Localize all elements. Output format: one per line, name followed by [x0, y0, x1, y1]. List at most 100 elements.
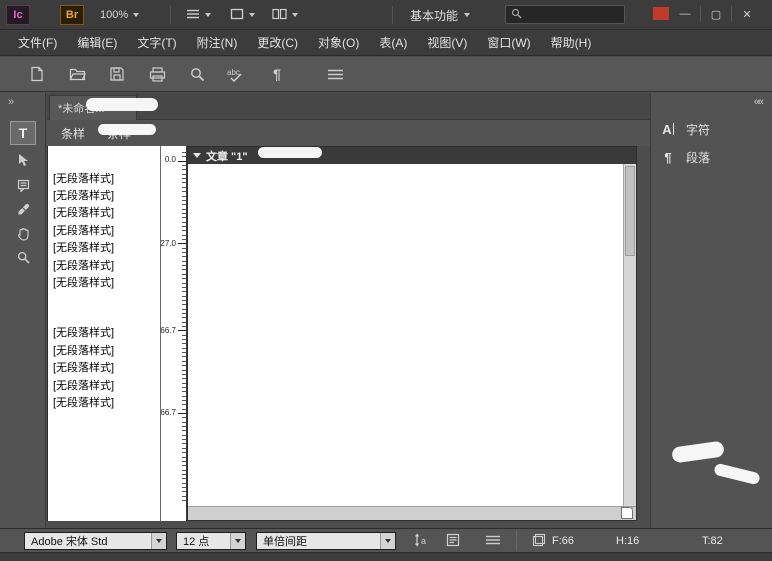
note-tool-icon	[17, 179, 30, 197]
view-tab-galley-2[interactable]: 条样	[107, 125, 131, 142]
paragraph-style-entry[interactable]: [无段落样式]	[48, 186, 160, 203]
font-size-select[interactable]: 12 点	[176, 532, 246, 550]
ruler-tick	[182, 491, 186, 492]
arrange-documents-dropdown[interactable]	[266, 5, 304, 25]
paragraph-style-entry[interactable]: [无段落样式]	[48, 256, 160, 273]
page-indicator-icon[interactable]	[621, 507, 633, 519]
leading-select[interactable]: 单倍间距	[256, 532, 396, 550]
chevron-down-icon[interactable]	[151, 533, 166, 549]
expand-dock-icon[interactable]: ««	[754, 96, 762, 108]
chevron-down-icon[interactable]	[230, 533, 245, 549]
story-header[interactable]: 文章 "1"	[188, 147, 636, 164]
view-tab-galley[interactable]: 条样	[61, 125, 85, 142]
menubar: 文件(F) 编辑(E) 文字(T) 附注(N) 更改(C) 对象(O) 表(A)…	[0, 30, 772, 56]
search-input[interactable]	[526, 9, 616, 21]
print-icon	[149, 67, 166, 82]
maximize-button[interactable]: ▢	[703, 3, 729, 25]
zoom-level-dropdown[interactable]: 100%	[94, 5, 145, 25]
paragraph-style-entry[interactable]: [无段落样式]	[48, 169, 160, 186]
menu-object[interactable]: 对象(O)	[308, 30, 369, 56]
ruler-depth-value: 27.0	[160, 240, 176, 248]
workspace-switcher[interactable]: 基本功能	[402, 4, 478, 26]
paragraph-style-entry[interactable]: [无段落样式]	[48, 204, 160, 221]
eyedropper-tool[interactable]	[10, 200, 36, 224]
ruler-tick	[182, 474, 186, 475]
paragraph-style-entry[interactable]: [无段落样式]	[48, 273, 160, 290]
story-text-area[interactable]	[188, 164, 623, 506]
chevron-down-icon	[205, 13, 211, 17]
text-frame-button[interactable]	[442, 533, 464, 549]
bridge-launch-button[interactable]: Br	[60, 5, 84, 25]
new-document-button[interactable]	[24, 61, 50, 87]
note-tool[interactable]	[10, 176, 36, 200]
screen-mode-icon	[230, 8, 244, 23]
ruler-depth-value: 66.7	[160, 327, 176, 335]
menu-type[interactable]: 文字(T)	[127, 30, 186, 56]
pages-indicator-button[interactable]	[528, 533, 550, 549]
paragraph-panel-button[interactable]: ¶ 段落	[659, 145, 767, 169]
chevron-down-icon[interactable]	[380, 533, 395, 549]
expand-panel-icon[interactable]: »	[8, 96, 12, 108]
spellcheck-button[interactable]: abc	[224, 61, 250, 87]
ruler-tick	[182, 383, 186, 384]
statusbar-menu-button[interactable]	[482, 533, 504, 549]
screen-mode-dropdown[interactable]	[224, 5, 261, 25]
ruler-tick	[182, 470, 186, 471]
ruler-tick	[182, 252, 186, 253]
ruler-tick	[182, 230, 186, 231]
paragraph-style-entry[interactable]: [无段落样式]	[48, 221, 160, 238]
menu-file[interactable]: 文件(F)	[8, 30, 67, 56]
paragraph-style-entry[interactable]: [无段落样式]	[48, 239, 160, 256]
chevron-down-icon	[292, 13, 298, 17]
main-area: » T	[0, 93, 772, 528]
leading-adjust-button[interactable]: a	[410, 533, 432, 549]
zoom-tool[interactable]	[10, 248, 36, 272]
paragraph-style-entry[interactable]: [无段落样式]	[48, 324, 160, 341]
ruler-tick	[182, 465, 186, 466]
view-options-dropdown[interactable]	[180, 5, 217, 25]
menu-window[interactable]: 窗口(W)	[477, 30, 540, 56]
font-family-select[interactable]: Adobe 宋体 Std	[24, 532, 167, 550]
vertical-scrollbar[interactable]	[623, 164, 636, 506]
position-tool[interactable]	[10, 150, 36, 174]
ruler-tick	[182, 274, 186, 275]
menu-notes[interactable]: 附注(N)	[187, 30, 248, 56]
collapse-story-icon[interactable]	[193, 153, 201, 158]
menu-table[interactable]: 表(A)	[369, 30, 417, 56]
ruler-tick	[182, 248, 186, 249]
ruler-tick	[182, 448, 186, 449]
ruler-tick	[182, 222, 186, 223]
document-tab[interactable]: *未命名...	[49, 95, 137, 120]
hand-tool[interactable]	[10, 224, 36, 248]
incopy-window: Ic Br 100% 基本功能	[0, 0, 772, 561]
paragraph-style-entry[interactable]: [无段落样式]	[48, 341, 160, 358]
character-panel-button[interactable]: A 字符	[659, 117, 767, 141]
find-button[interactable]	[184, 61, 210, 87]
titlebar-separator	[170, 6, 171, 24]
view-options-icon	[186, 8, 200, 23]
minimize-button[interactable]: —	[672, 3, 698, 25]
menu-icon	[486, 535, 500, 548]
search-box[interactable]	[505, 5, 625, 24]
show-hidden-characters-button[interactable]: ¶	[264, 61, 290, 87]
menu-help[interactable]: 帮助(H)	[541, 30, 602, 56]
close-button[interactable]: ✕	[734, 3, 760, 25]
paragraph-style-entry[interactable]: [无段落样式]	[48, 359, 160, 376]
menu-edit[interactable]: 编辑(E)	[67, 30, 127, 56]
paragraph-style-entry[interactable]: [无段落样式]	[48, 393, 160, 410]
menu-view[interactable]: 视图(V)	[417, 30, 477, 56]
statusbar-separator	[516, 531, 517, 551]
print-button[interactable]	[144, 61, 170, 87]
type-tool[interactable]: T	[10, 121, 36, 145]
ruler-tick	[182, 457, 186, 458]
save-document-button[interactable]	[104, 61, 130, 87]
scrollbar-thumb[interactable]	[625, 166, 635, 256]
ruler-tick	[182, 156, 186, 157]
paragraph-style-entry[interactable]: [无段落样式]	[48, 376, 160, 393]
style-list-gap	[48, 291, 160, 324]
menu-changes[interactable]: 更改(C)	[247, 30, 308, 56]
workspace-label: 基本功能	[410, 7, 458, 24]
open-document-button[interactable]	[64, 61, 90, 87]
ruler-tick	[178, 413, 186, 414]
toolbar-menu-button[interactable]	[322, 61, 348, 87]
